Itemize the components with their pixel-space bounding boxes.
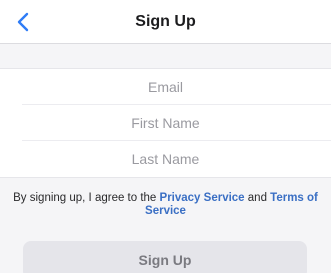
first-name-row bbox=[22, 105, 331, 141]
last-name-row bbox=[22, 141, 331, 177]
email-row bbox=[22, 69, 331, 105]
sign-up-form bbox=[0, 68, 331, 178]
terms-middle: and bbox=[244, 192, 271, 204]
first-name-field[interactable] bbox=[22, 105, 331, 140]
sign-up-screen: Sign Up By signing up, I agree to the Pr… bbox=[0, 0, 331, 273]
back-button[interactable] bbox=[10, 8, 36, 36]
privacy-service-link[interactable]: Privacy Service bbox=[160, 192, 245, 204]
last-name-field[interactable] bbox=[22, 141, 331, 177]
page-title: Sign Up bbox=[135, 13, 196, 30]
email-field[interactable] bbox=[22, 69, 331, 104]
chevron-left-icon bbox=[17, 12, 29, 32]
sign-up-button[interactable]: Sign Up bbox=[23, 241, 307, 273]
navigation-bar: Sign Up bbox=[0, 0, 331, 44]
terms-prefix: By signing up, I agree to the bbox=[13, 192, 160, 204]
terms-notice: By signing up, I agree to the Privacy Se… bbox=[0, 192, 331, 218]
